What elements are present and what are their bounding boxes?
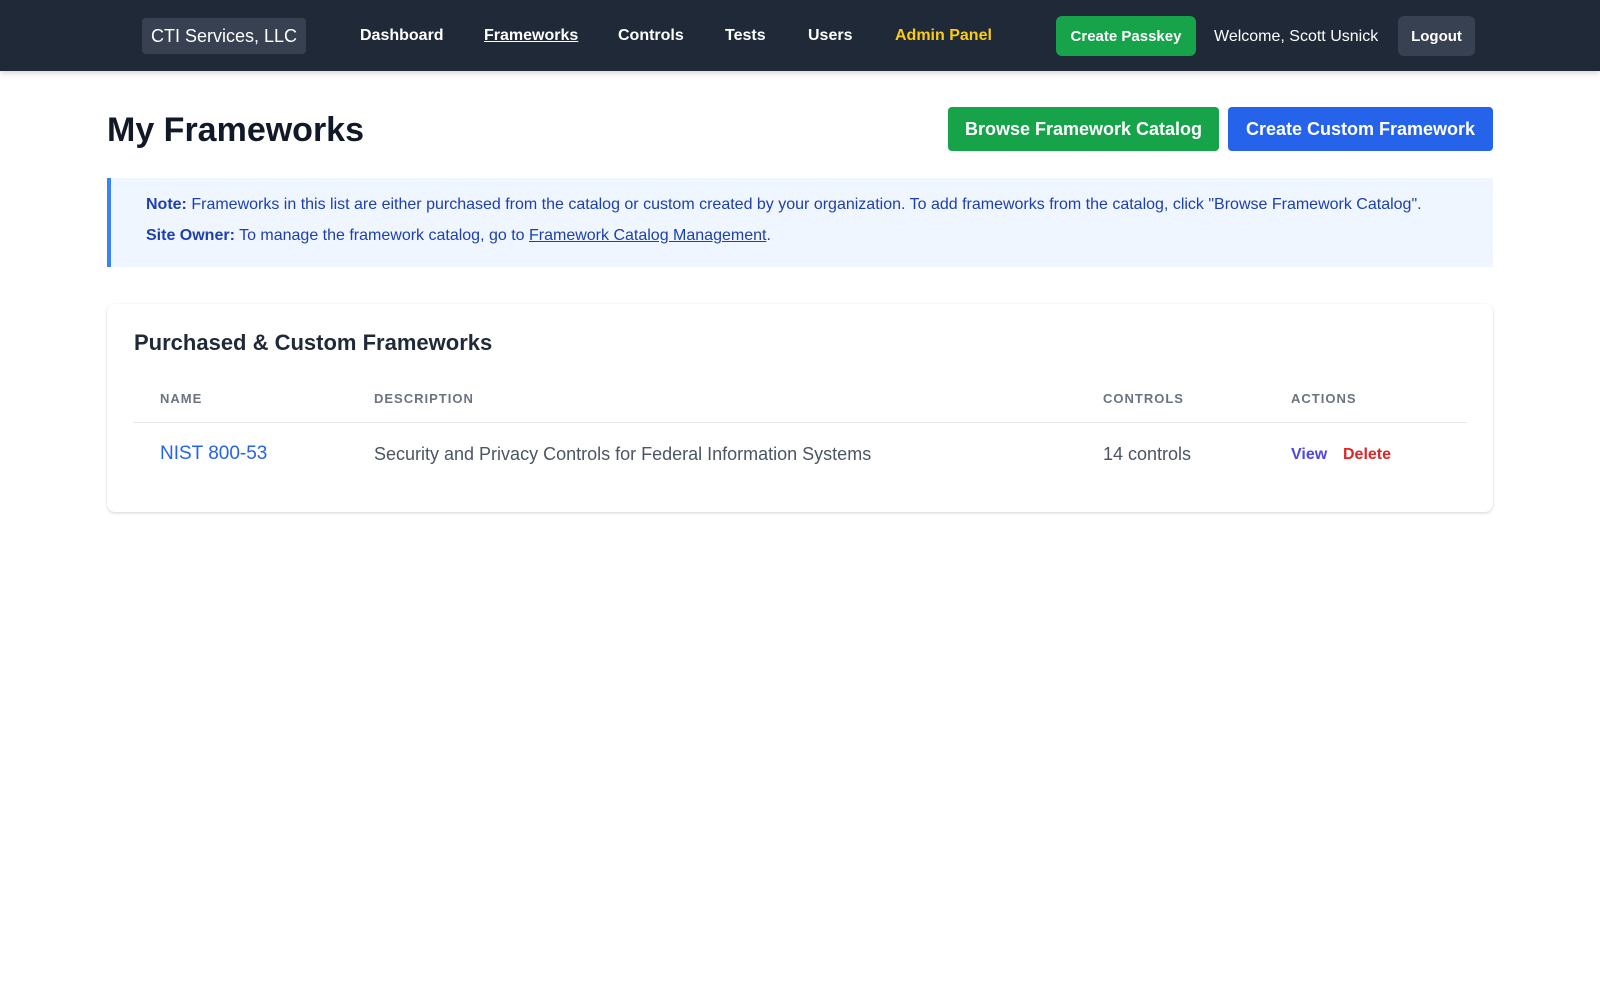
framework-description: Security and Privacy Controls for Federa…: [374, 444, 872, 464]
delete-framework-link[interactable]: Delete: [1343, 446, 1391, 464]
nav-link-tests[interactable]: Tests: [725, 0, 766, 71]
column-header-controls: Controls: [1103, 391, 1184, 406]
note-text: Frameworks in this list are either purch…: [186, 196, 1422, 213]
site-owner-text: To manage the framework catalog, go to: [234, 227, 529, 244]
framework-name-link[interactable]: NIST 800-53: [160, 443, 267, 465]
brand-logo[interactable]: CTI Services, LLC: [142, 18, 307, 54]
nav-link-admin-panel[interactable]: Admin Panel: [895, 0, 992, 71]
card-title: Purchased & Custom Frameworks: [134, 330, 493, 355]
table-header-divider: [134, 422, 1467, 423]
nav-link-dashboard[interactable]: Dashboard: [360, 0, 444, 71]
view-framework-link[interactable]: View: [1291, 446, 1327, 464]
note-line: Note: Frameworks in this list are either…: [146, 195, 1493, 226]
site-owner-label: Site Owner:: [146, 227, 235, 244]
framework-controls-count: 14 controls: [1103, 444, 1192, 464]
nav-link-controls[interactable]: Controls: [618, 0, 684, 71]
site-owner-suffix: .: [766, 227, 771, 244]
create-passkey-button[interactable]: Create Passkey: [1056, 16, 1196, 56]
welcome-text: Welcome, Scott Usnick: [1214, 28, 1379, 45]
column-header-actions: Actions: [1291, 391, 1357, 406]
top-nav-bar: CTI Services, LLC Dashboard Frameworks C…: [0, 0, 1600, 71]
column-header-description: Description: [374, 391, 474, 406]
logout-button[interactable]: Logout: [1398, 16, 1475, 56]
browse-framework-catalog-button[interactable]: Browse Framework Catalog: [948, 107, 1219, 151]
create-custom-framework-button[interactable]: Create Custom Framework: [1228, 107, 1493, 151]
site-owner-line: Site Owner: To manage the framework cata…: [146, 226, 1493, 257]
frameworks-card: Purchased & Custom Frameworks Name Descr…: [107, 304, 1493, 512]
framework-catalog-management-link[interactable]: Framework Catalog Management: [529, 227, 766, 244]
page-title: My Frameworks: [107, 111, 364, 149]
info-note-box: Note: Frameworks in this list are either…: [107, 178, 1493, 267]
column-header-name: Name: [160, 391, 203, 406]
nav-link-users[interactable]: Users: [808, 0, 852, 71]
note-label: Note:: [146, 196, 187, 213]
nav-link-frameworks[interactable]: Frameworks: [484, 0, 578, 71]
